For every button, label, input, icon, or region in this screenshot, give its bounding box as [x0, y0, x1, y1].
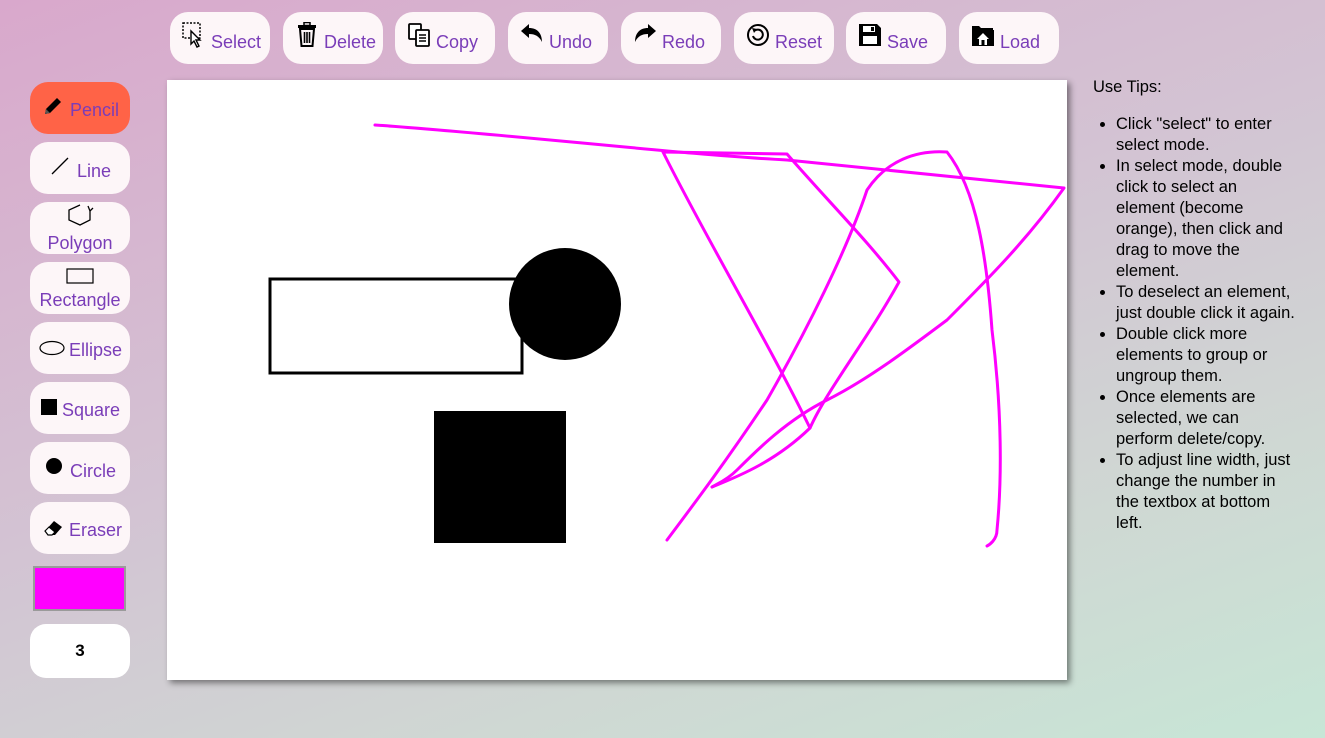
reset-icon	[747, 24, 769, 46]
tool-rectangle[interactable]: Rectangle	[30, 262, 130, 314]
drawn-circle	[509, 248, 621, 360]
save-label: Save	[887, 32, 929, 52]
copy-label: Copy	[436, 32, 479, 52]
load-button[interactable]: Load	[959, 12, 1059, 64]
pencil-icon	[45, 98, 61, 114]
tips-title: Use Tips:	[1093, 78, 1162, 96]
tip-item: Click "select" to enter select mode.	[1116, 114, 1298, 156]
tip-item: To adjust line width, just change the nu…	[1116, 450, 1298, 534]
tool-square[interactable]: Square	[30, 382, 130, 434]
reset-button[interactable]: Reset	[734, 12, 834, 64]
copy-button[interactable]: Copy	[395, 12, 495, 64]
delete-button[interactable]: Delete	[283, 12, 383, 64]
tool-eraser[interactable]: Eraser	[30, 502, 130, 554]
undo-arrow-icon	[521, 24, 542, 42]
reset-label: Reset	[775, 32, 823, 52]
tool-eraser-label: Eraser	[69, 520, 123, 540]
tip-item: Double click more elements to group or u…	[1116, 324, 1298, 387]
tool-circle-label: Circle	[70, 461, 117, 481]
ellipse-icon	[39, 340, 65, 356]
redo-label: Redo	[662, 32, 706, 52]
stroke-color-picker[interactable]	[33, 566, 126, 611]
drawn-square	[434, 411, 566, 543]
drawing-canvas[interactable]	[167, 80, 1067, 680]
drawn-rectangle	[268, 277, 524, 375]
tips-list: Click "select" to enter select mode. In …	[1093, 114, 1298, 534]
redo-button[interactable]: Redo	[621, 12, 721, 64]
tool-polygon[interactable]: Polygon	[30, 202, 130, 254]
load-folder-icon	[972, 26, 994, 46]
copy-icon	[408, 23, 430, 47]
line-width-input[interactable]	[30, 624, 130, 678]
tool-square-label: Square	[62, 400, 121, 420]
tool-ellipse[interactable]: Ellipse	[30, 322, 130, 374]
square-icon	[41, 399, 57, 415]
delete-label: Delete	[324, 32, 377, 52]
use-tips-panel: Use Tips: Click "select" to enter select…	[1093, 76, 1298, 534]
load-label: Load	[1000, 32, 1041, 52]
tool-line[interactable]: Line	[30, 142, 130, 194]
tip-item: To deselect an element, just double clic…	[1116, 282, 1298, 324]
canvas-drawing-layer	[268, 123, 1066, 548]
select-label: Select	[211, 32, 262, 52]
undo-button[interactable]: Undo	[508, 12, 608, 64]
circle-icon	[46, 458, 62, 474]
tool-pencil[interactable]: Pencil	[30, 82, 130, 134]
pointer-select-icon	[182, 22, 202, 48]
trash-icon	[298, 22, 316, 47]
tool-rectangle-label: Rectangle	[39, 290, 121, 310]
tool-pencil-label: Pencil	[70, 100, 120, 120]
floppy-disk-icon	[859, 24, 881, 46]
polygon-icon	[68, 204, 94, 226]
tool-ellipse-label: Ellipse	[69, 340, 123, 360]
line-icon	[51, 157, 69, 175]
tip-item: In select mode, double click to select a…	[1116, 156, 1298, 282]
undo-label: Undo	[549, 32, 593, 52]
select-button[interactable]: Select	[170, 12, 270, 64]
tool-line-label: Line	[77, 161, 112, 181]
tool-circle[interactable]: Circle	[30, 442, 130, 494]
redo-arrow-icon	[635, 24, 656, 42]
save-button[interactable]: Save	[846, 12, 946, 64]
tool-polygon-label: Polygon	[47, 233, 113, 253]
eraser-icon	[44, 521, 62, 536]
tip-item: Once elements are selected, we can perfo…	[1116, 387, 1298, 450]
rectangle-icon	[66, 268, 94, 284]
